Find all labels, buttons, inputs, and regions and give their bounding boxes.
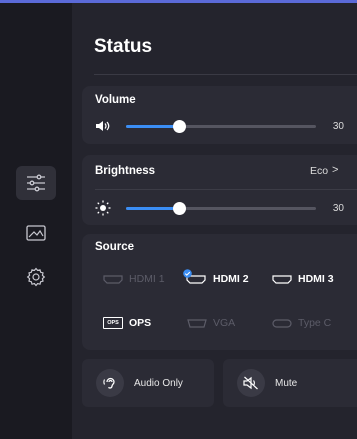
source-label: Source	[95, 241, 134, 253]
page-title: Status	[94, 36, 153, 57]
brightness-slider-fill	[126, 207, 179, 210]
volume-slider[interactable]	[126, 120, 316, 133]
brightness-card: Brightness Eco > 30	[82, 155, 357, 225]
ops-icon: OPS	[103, 317, 123, 329]
brightness-divider	[95, 189, 357, 190]
settings-icon	[26, 267, 46, 287]
image-icon	[26, 225, 46, 241]
brightness-slider[interactable]	[126, 202, 316, 215]
sidebar-item-settings[interactable]	[24, 265, 48, 289]
source-label-type-c: Type C	[298, 317, 332, 329]
source-ops[interactable]: OPS OPS	[103, 317, 151, 329]
title-divider	[94, 74, 357, 75]
chevron-right-icon[interactable]: >	[332, 164, 338, 176]
hdmi-icon	[103, 274, 123, 284]
mute-icon	[243, 376, 258, 390]
speaker-icon	[96, 121, 110, 131]
ear-icon	[103, 377, 115, 389]
source-card: Source HDMI 1 HDMI 2 HDMI 3 OPS OPS VGA …	[82, 234, 357, 350]
source-hdmi-3[interactable]: HDMI 3	[272, 273, 334, 285]
source-label-ops: OPS	[129, 317, 152, 329]
vga-icon	[187, 318, 207, 328]
brightness-mode[interactable]: Eco	[310, 165, 328, 177]
volume-label: Volume	[95, 94, 136, 106]
volume-value: 30	[332, 121, 344, 132]
sun-icon	[95, 200, 111, 216]
source-vga[interactable]: VGA	[187, 317, 235, 329]
hdmi-icon	[183, 269, 207, 284]
source-label-vga: VGA	[213, 317, 236, 329]
source-label-hdmi-1: HDMI 1	[129, 273, 165, 285]
hdmi-icon	[272, 274, 292, 284]
volume-slider-thumb[interactable]	[173, 120, 186, 133]
source-hdmi-1[interactable]: HDMI 1	[103, 273, 165, 285]
volume-card: Volume 30	[82, 86, 357, 144]
volume-slider-fill	[126, 125, 179, 128]
audio-only-label: Audio Only	[134, 377, 183, 389]
source-hdmi-2[interactable]: HDMI 2	[183, 269, 249, 285]
sliders-icon	[27, 174, 45, 192]
audio-only-button[interactable]: Audio Only	[82, 359, 214, 407]
sidebar-item-picture[interactable]	[24, 221, 48, 245]
type-c-icon	[272, 318, 292, 328]
mute-button[interactable]: Mute	[223, 359, 357, 407]
mute-label: Mute	[275, 377, 298, 389]
sidebar	[0, 3, 72, 439]
brightness-slider-thumb[interactable]	[173, 202, 186, 215]
sidebar-item-display-settings[interactable]	[16, 166, 56, 200]
source-type-c[interactable]: Type C	[272, 317, 331, 329]
brightness-label: Brightness	[95, 165, 156, 177]
source-label-hdmi-3: HDMI 3	[298, 273, 334, 285]
audio-only-icon-wrap	[96, 369, 124, 397]
check-badge-icon	[183, 269, 192, 278]
mute-icon-wrap	[237, 369, 265, 397]
brightness-value: 30	[332, 203, 344, 214]
source-label-hdmi-2: HDMI 2	[213, 273, 249, 285]
